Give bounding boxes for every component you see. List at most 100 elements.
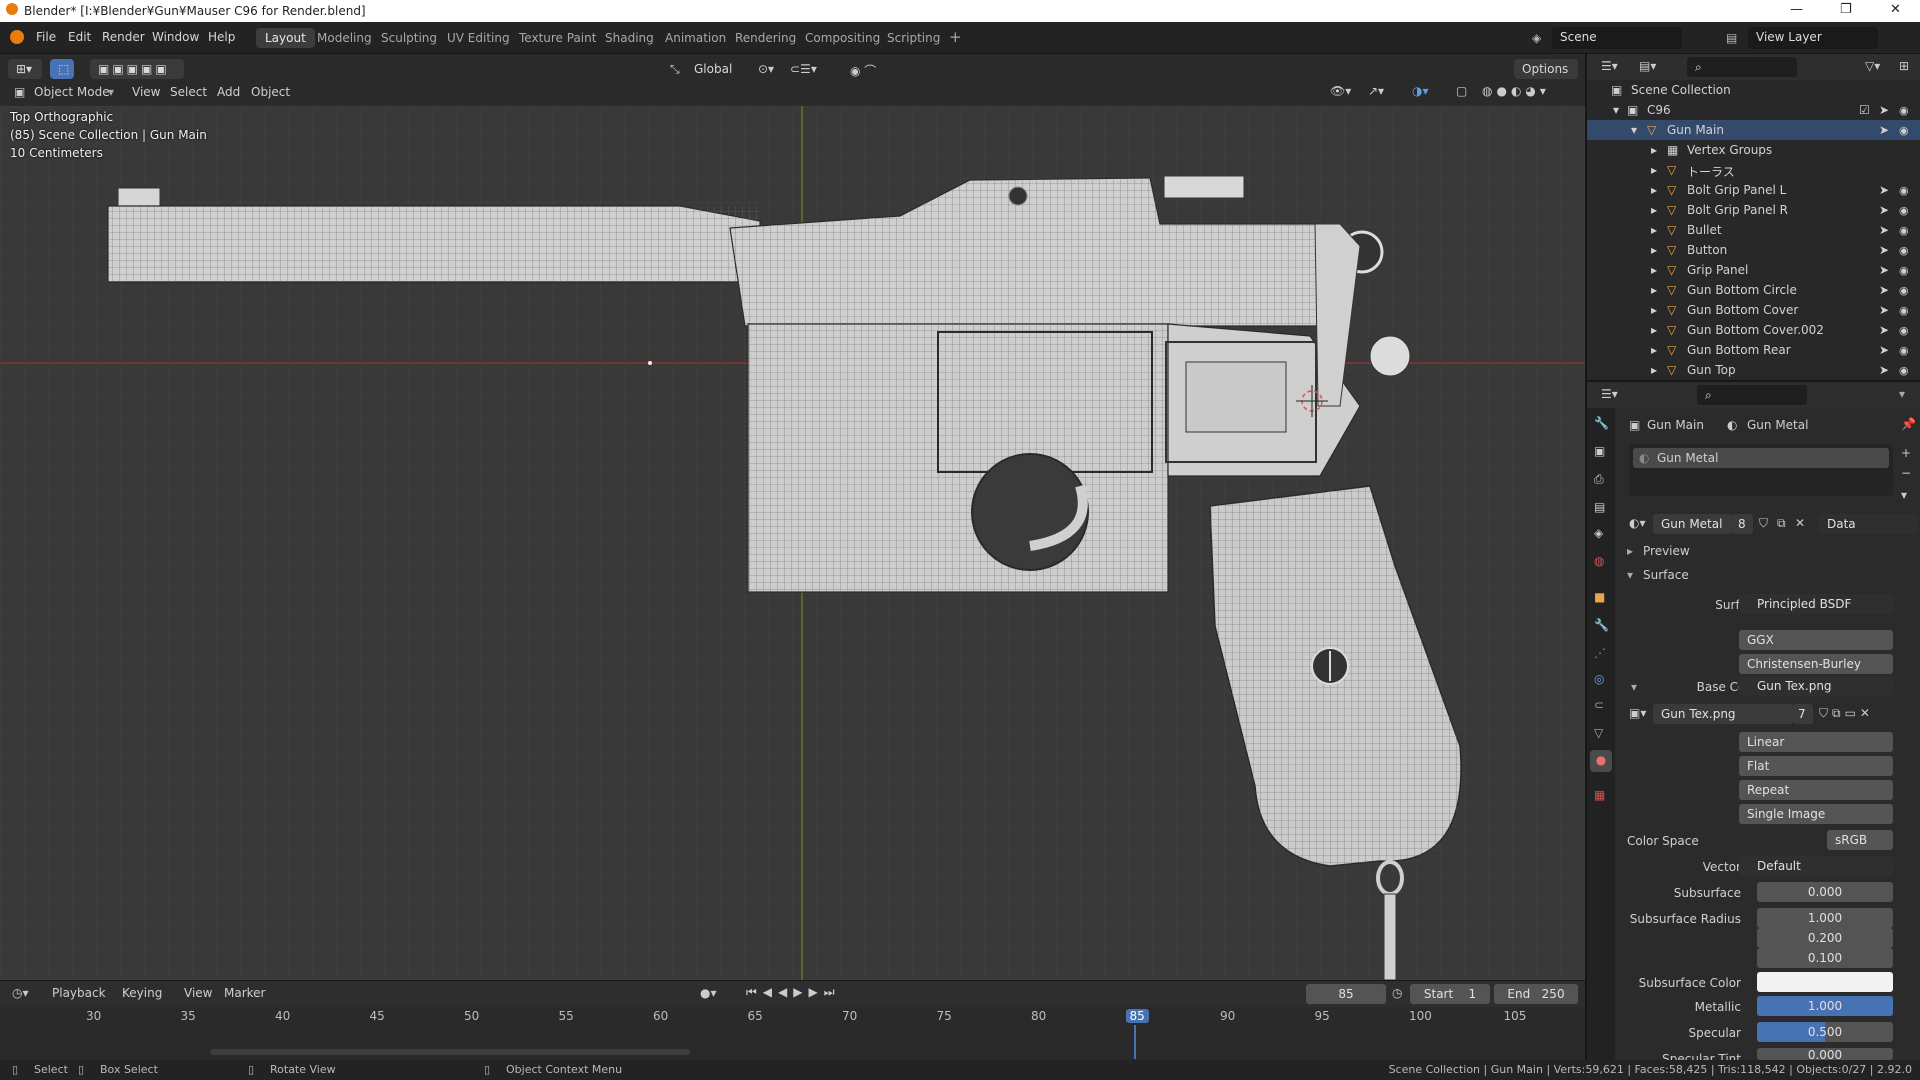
data-tab-icon[interactable]: ▽ [1594,726,1603,740]
eye-icon[interactable]: ◉ [1899,104,1909,117]
chevron-right-icon[interactable]: ▸ [1651,263,1657,277]
outliner-row-child[interactable]: ▸ ▽ Bolt Grip Panel R ➤ ◉ [1587,200,1920,220]
image-name-field[interactable]: Gun Tex.png [1653,704,1793,724]
select-arrow-icon[interactable]: ➤ [1879,183,1889,197]
slot-menu-icon[interactable]: ▾ [1901,488,1907,502]
outliner-search-input[interactable]: ⌕ [1687,57,1797,77]
particles-tab-icon[interactable]: ⋰ [1594,646,1606,660]
image-browse-icon[interactable]: ▣▾ [1629,706,1646,720]
menu-window[interactable]: Window [152,30,199,44]
overlays-icon[interactable]: ◑▾ [1412,84,1429,98]
select-arrow-icon[interactable]: ➤ [1879,103,1889,117]
eye-icon[interactable]: ◉ [1899,304,1909,317]
end-frame-field[interactable]: End 250 [1494,984,1578,1004]
distribution-dropdown[interactable]: GGX [1739,630,1893,650]
interpolation-dropdown[interactable]: Linear [1739,732,1893,752]
add-workspace-button[interactable]: + [940,25,971,46]
outliner-row-gun-main[interactable]: ▾ ▽ Gun Main ➤ ◉ [1587,120,1920,140]
menu-playback[interactable]: Playback [52,986,106,1000]
chevron-right-icon[interactable]: ▸ [1651,143,1657,157]
material-name-field[interactable]: Gun Metal [1653,514,1733,534]
outliner-row-child[interactable]: ▸ ▽ Gun Bottom Cover.002 ➤ ◉ [1587,320,1920,340]
color-space-dropdown[interactable]: sRGB [1827,830,1893,850]
chevron-down-icon[interactable]: ▾ [1631,680,1637,694]
eye-icon[interactable]: ◉ [1899,324,1909,337]
tab-rendering[interactable]: Rendering [726,28,805,48]
options-dropdown[interactable]: Options [1514,59,1578,79]
outliner-row-child[interactable]: ▸ ▽ Grip Panel ➤ ◉ [1587,260,1920,280]
surface-panel-header[interactable]: Surface [1643,568,1689,582]
link-dropdown[interactable]: Data [1819,514,1917,534]
outliner-row-child[interactable]: ▸ ▽ Gun Top ➤ ◉ [1587,360,1920,380]
chevron-right-icon[interactable]: ▸ [1651,363,1657,377]
3d-viewport[interactable]: Top Orthographic (85) Scene Collection |… [0,106,1585,980]
chevron-right-icon[interactable]: ▸ [1651,343,1657,357]
menu-object[interactable]: Object [251,85,290,99]
tab-compositing[interactable]: Compositing [796,28,889,48]
render-tab-icon[interactable]: ▣ [1594,444,1605,458]
tab-texture-paint[interactable]: Texture Paint [510,28,605,48]
outliner-row-child[interactable]: ▸ ▽ Gun Bottom Circle ➤ ◉ [1587,280,1920,300]
chevron-right-icon[interactable]: ▸ [1651,203,1657,217]
subsurface-method-dropdown[interactable]: Christensen-Burley [1739,654,1893,674]
object-mode-dropdown[interactable]: Object Mode [34,85,110,99]
pin-icon[interactable]: 📌 [1901,417,1916,431]
chevron-right-icon[interactable]: ▸ [1651,323,1657,337]
chevron-right-icon[interactable]: ▸ [1651,283,1657,297]
properties-search-input[interactable]: ⌕ [1697,385,1807,405]
chevron-right-icon[interactable]: ▸ [1651,303,1657,317]
select-arrow-icon[interactable]: ➤ [1879,243,1889,257]
chevron-right-icon[interactable]: ▸ [1651,243,1657,257]
tab-modeling[interactable]: Modeling [308,28,381,48]
material-tab-icon[interactable]: ● [1590,750,1612,772]
menu-edit[interactable]: Edit [68,30,91,44]
new-collection-icon[interactable]: ⊞ [1899,59,1909,73]
select-tool-icon[interactable]: ⬚ [50,59,74,79]
subsurface-radius-x[interactable]: 1.000 [1757,908,1893,928]
metallic-slider[interactable]: 1.000 [1757,996,1893,1016]
transform-orientation-dropdown[interactable]: Global [686,59,742,79]
playhead-line[interactable] [1133,1025,1136,1059]
xray-icon[interactable]: ▢ [1456,84,1467,98]
surface-shader-field[interactable]: Principled BSDF [1739,594,1893,614]
chevron-right-icon[interactable]: ▸ [1651,223,1657,237]
chevron-down-icon[interactable]: ▾ [1613,103,1619,117]
preview-panel-header[interactable]: Preview [1643,544,1690,558]
gizmo-icon[interactable]: ↗▾ [1368,84,1384,98]
base-color-field[interactable]: Gun Tex.png [1739,676,1893,696]
vector-field[interactable]: Default [1739,856,1893,876]
tool-tab-icon[interactable]: 🔧 [1594,416,1609,430]
physics-tab-icon[interactable]: ◎ [1594,672,1604,686]
close-button[interactable]: ✕ [1890,2,1901,17]
outliner-row-child[interactable]: ▸ ▽ Button ➤ ◉ [1587,240,1920,260]
eye-icon[interactable]: ◉ [1899,284,1909,297]
editor-type-icon[interactable]: ☰▾ [1601,387,1618,401]
outliner-row-child[interactable]: ▸ ▽ Bolt Grip Panel L ➤ ◉ [1587,180,1920,200]
menu-marker[interactable]: Marker [224,986,265,1000]
start-frame-field[interactable]: Start 1 [1410,984,1490,1004]
shading-mode-buttons[interactable]: ◍●◐◕▾ [1482,84,1550,98]
image-actions-icons[interactable]: ⛉⧉▭✕ [1819,706,1874,721]
subsurface-radius-z[interactable]: 0.100 [1757,948,1893,968]
output-tab-icon[interactable]: ⎙ [1594,472,1604,487]
playback-controls[interactable]: ⏮◀◀▶▶⏭ [746,985,841,1000]
fake-user-icon[interactable]: ⛉ [1759,516,1768,531]
material-browse-icon[interactable]: ◐▾ [1629,516,1646,530]
select-arrow-icon[interactable]: ➤ [1879,363,1889,377]
chevron-right-icon[interactable]: ▸ [1651,163,1657,177]
outliner-row-scene-collection[interactable]: ▣ Scene Collection [1587,80,1920,100]
eye-icon[interactable]: ◉ [1899,124,1909,137]
editor-type-button[interactable]: ⊞▾ [8,59,42,79]
minimize-button[interactable]: — [1790,2,1803,17]
scene-tab-icon[interactable]: ◈ [1594,526,1603,540]
scene-selector[interactable]: Scene [1552,27,1682,49]
menu-help[interactable]: Help [208,30,235,44]
proportional-edit-icon[interactable]: ◉ ⌒ [850,62,876,79]
duplicate-icon[interactable]: ⧉ [1777,516,1786,531]
eye-icon[interactable]: ◉ [1899,344,1909,357]
object-tab-icon[interactable]: ■ [1594,590,1605,604]
select-arrow-icon[interactable]: ➤ [1879,323,1889,337]
tab-uv-editing[interactable]: UV Editing [438,28,519,48]
current-frame-field[interactable]: 85 [1306,984,1386,1004]
timeline-editor-icon[interactable]: ◷▾ [12,986,29,1000]
